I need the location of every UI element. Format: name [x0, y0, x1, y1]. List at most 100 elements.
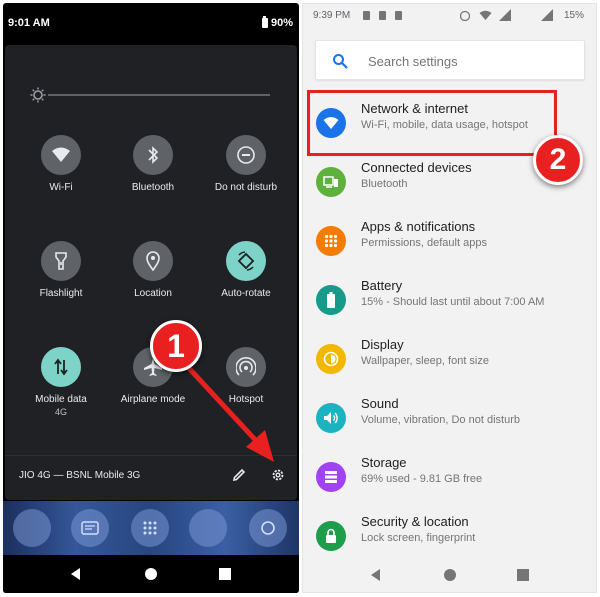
- tile-flashlight[interactable]: Flashlight: [13, 241, 109, 299]
- settings-item-subtitle: Volume, vibration, Do not disturb: [361, 414, 520, 426]
- settings-item-subtitle: Lock screen, fingerprint: [361, 532, 476, 544]
- auto-rotate-icon: [237, 251, 255, 271]
- tile-sublabel: 4G: [54, 407, 67, 417]
- wifi-icon: [52, 147, 70, 162]
- settings-item-title: Battery: [361, 278, 403, 293]
- settings-item-title: Sound: [361, 396, 399, 411]
- volume-icon: [316, 403, 346, 433]
- storage-icon: [316, 462, 346, 492]
- settings-item-storage[interactable]: Storage 69% used - 9.81 GB free: [303, 449, 596, 507]
- bluetooth-icon: [148, 146, 159, 164]
- tile-label: Auto-rotate: [221, 288, 271, 299]
- step-callout-2: 2: [533, 135, 583, 185]
- settings-item-title: Connected devices: [361, 160, 472, 175]
- recents-button[interactable]: [515, 567, 531, 583]
- settings-item-subtitle: Wallpaper, sleep, font size: [361, 355, 489, 367]
- back-button[interactable]: [68, 566, 84, 582]
- quick-settings-screen: 9:01 AM 90% Wi-Fi Bluetooth Do not distu…: [3, 3, 299, 593]
- settings-item-subtitle: Permissions, default apps: [361, 237, 487, 249]
- edit-icon[interactable]: [231, 467, 247, 483]
- messages-app-icon[interactable]: [71, 509, 109, 547]
- tile-label: Mobile data: [35, 394, 87, 405]
- settings-item-title: Storage: [361, 455, 407, 470]
- navigation-bar: [303, 556, 596, 592]
- battery-status: 15%: [564, 10, 584, 21]
- search-settings-bar[interactable]: Search settings: [315, 40, 585, 80]
- status-bar: 9:01 AM 90%: [3, 3, 299, 45]
- do-not-disturb-icon: [237, 146, 255, 164]
- tile-label: Do not disturb: [214, 182, 278, 193]
- tile-do-not-disturb[interactable]: Do not disturb: [198, 135, 294, 193]
- home-screen-dock: [3, 501, 299, 555]
- battery-percent: 15%: [563, 10, 584, 21]
- camera-app-icon[interactable]: [249, 509, 287, 547]
- mobile-signal-icon: [499, 9, 511, 21]
- settings-item-subtitle: 69% used - 9.81 GB free: [361, 473, 483, 485]
- search-placeholder: Search settings: [368, 54, 458, 69]
- settings-item-title: Network & internet: [361, 101, 468, 116]
- hotspot-icon: [236, 357, 256, 376]
- settings-item-display[interactable]: Display Wallpaper, sleep, font size: [303, 331, 596, 389]
- search-icon: [333, 54, 348, 69]
- tile-auto-rotate[interactable]: Auto-rotate: [198, 241, 294, 299]
- wifi-icon: [316, 108, 346, 138]
- tile-hotspot[interactable]: Hotspot: [198, 347, 294, 405]
- battery-percent: 90%: [270, 17, 293, 29]
- tile-label: Hotspot: [228, 394, 264, 405]
- notification-icon: [363, 11, 370, 20]
- settings-item-battery[interactable]: Battery 15% - Should last until about 7:…: [303, 272, 596, 330]
- home-button[interactable]: [442, 567, 458, 583]
- settings-item-sound[interactable]: Sound Volume, vibration, Do not disturb: [303, 390, 596, 448]
- tile-label: Wi-Fi: [49, 182, 73, 193]
- dock-app-icon[interactable]: [13, 509, 51, 547]
- settings-gear-icon[interactable]: [270, 467, 286, 483]
- status-time: 9:01 AM: [8, 17, 50, 29]
- wifi-status-icon: [479, 10, 492, 20]
- settings-item-title: Apps & notifications: [361, 219, 476, 234]
- battery-status: 90%: [261, 16, 293, 29]
- settings-item-title: Security & location: [361, 514, 469, 529]
- step-callout-1: 1: [150, 320, 202, 372]
- status-bar: 9:39 PM 15%: [303, 4, 596, 28]
- app-drawer-icon[interactable]: [131, 509, 169, 547]
- settings-item-apps[interactable]: Apps & notifications Permissions, defaul…: [303, 213, 596, 271]
- quick-settings-footer: JIO 4G — BSNL Mobile 3G: [5, 455, 297, 500]
- brightness-track[interactable]: [48, 94, 270, 96]
- tile-label: Airplane mode: [120, 394, 186, 405]
- carrier-label: JIO 4G — BSNL Mobile 3G: [19, 470, 141, 481]
- notification-icon: [395, 11, 402, 20]
- lock-icon: [316, 521, 346, 551]
- tile-location[interactable]: Location: [105, 241, 201, 299]
- settings-item-subtitle: Wi-Fi, mobile, data usage, hotspot: [361, 119, 528, 131]
- quick-settings-panel: Wi-Fi Bluetooth Do not disturb Flashligh…: [5, 45, 297, 500]
- location-icon: [146, 251, 160, 271]
- status-time: 9:39 PM: [313, 10, 351, 21]
- alarm-icon: [459, 10, 471, 21]
- brightness-slider[interactable]: [28, 85, 270, 105]
- settings-item-subtitle: 15% - Should last until about 7:00 AM: [361, 296, 545, 308]
- navigation-bar: [3, 555, 299, 593]
- signal-icon: [541, 9, 553, 21]
- flashlight-icon: [55, 252, 67, 270]
- recents-button[interactable]: [217, 566, 233, 582]
- play-store-icon[interactable]: [189, 509, 227, 547]
- tile-wifi[interactable]: Wi-Fi: [13, 135, 109, 193]
- apps-icon: [316, 226, 346, 256]
- tile-bluetooth[interactable]: Bluetooth: [105, 135, 201, 193]
- tile-label: Flashlight: [39, 288, 83, 299]
- settings-item-title: Display: [361, 337, 404, 352]
- settings-item-subtitle: Bluetooth: [361, 178, 408, 190]
- battery-icon: [316, 285, 346, 315]
- tile-label: Bluetooth: [131, 182, 175, 193]
- brightness-icon: [316, 344, 346, 374]
- settings-screen: 9:39 PM 15% Search settings Network & in…: [302, 3, 597, 593]
- mobile-data-icon: [54, 358, 68, 376]
- connected-devices-icon: [316, 167, 346, 197]
- tile-label: Location: [134, 288, 172, 299]
- brightness-icon: [30, 87, 46, 103]
- home-button[interactable]: [143, 566, 159, 582]
- notification-icon: [379, 11, 386, 20]
- back-button[interactable]: [368, 567, 384, 583]
- tile-mobile-data[interactable]: Mobile data 4G: [13, 347, 109, 417]
- battery-icon: [261, 16, 268, 28]
